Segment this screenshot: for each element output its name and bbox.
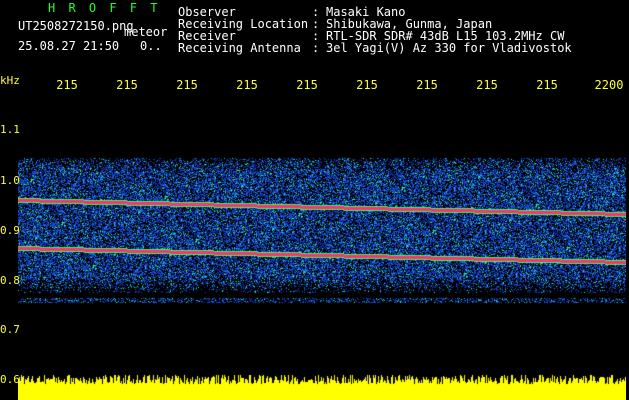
freq-tick-label: 0.7 [0,323,20,336]
app-title: H R O F F T [48,1,161,15]
freq-tick-label: 0.9 [0,224,20,237]
time-tick-label: 215 [536,78,558,92]
freq-tick-label: 1.1 [0,123,20,136]
freq-tick-label: 0.6 [0,373,20,386]
time-tick-label: 215 [116,78,138,92]
freq-tick-label: 1.0 [0,174,20,187]
time-tick-label: 215 [476,78,498,92]
time-tick-label: 215 [296,78,318,92]
antenna-label: Receiving Antenna [178,41,301,55]
unit-label: kHz [0,74,20,87]
time-tick-label: 215 [176,78,198,92]
mode-tag: meteor [124,25,168,39]
time-tick-label: 215 [416,78,438,92]
time-tick-label: 215 [356,78,378,92]
time-tick-label: 2200 [594,78,624,92]
datetime: 25.08.27 21:50 [18,39,120,53]
antenna-value: 3el Yagi(V) Az 330 for Vladivostok [326,41,572,55]
time-tick-label: 215 [236,78,258,92]
freq-tick-label: 0.8 [0,274,20,287]
filename: UT2508272150.png [18,19,134,33]
echo-count: 0.. [140,39,162,53]
time-tick-label: 215 [56,78,78,92]
colon: : [312,41,320,55]
spectrogram [18,72,626,400]
